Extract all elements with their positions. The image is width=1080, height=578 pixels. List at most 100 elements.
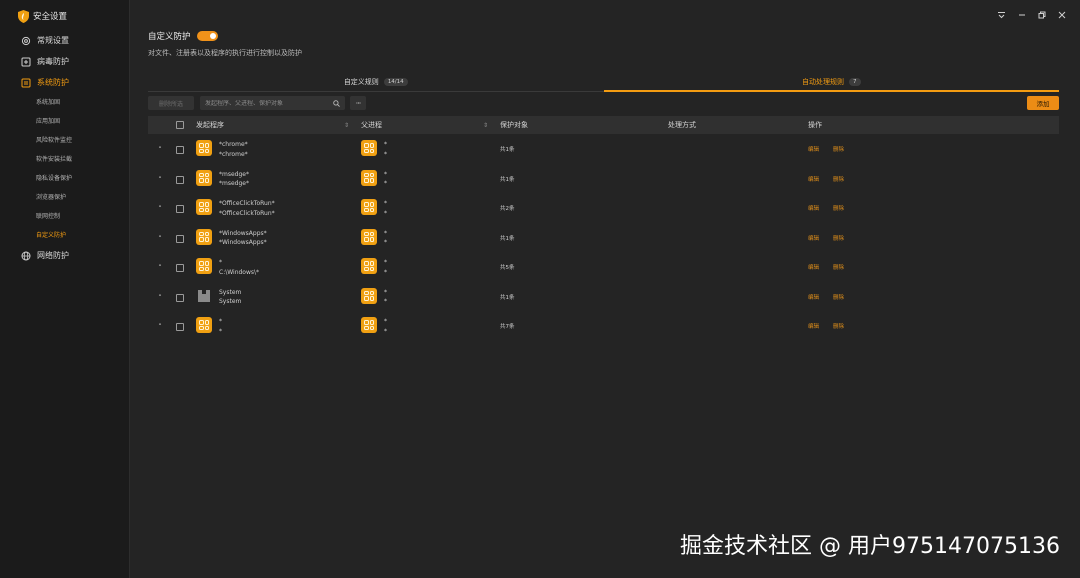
sidebar-item-virus[interactable]: 病毒防护: [0, 51, 129, 72]
delete-link[interactable]: 删除: [833, 293, 844, 301]
custom-protection-toggle[interactable]: [196, 31, 218, 41]
system-icon: [196, 288, 212, 304]
table-row: ˄ *OfficeClickToRun* *OfficeClickToRun* *…: [148, 193, 1059, 223]
app-grid-icon: [361, 317, 377, 333]
sidebar-item-network[interactable]: 网络防护: [0, 245, 129, 266]
collapse-chevron-icon[interactable]: ˄: [156, 176, 164, 184]
delete-selected-button[interactable]: 删除所选: [148, 96, 194, 110]
menu-down-icon[interactable]: [997, 10, 1006, 20]
page-header: 自定义防护 对文件、注册表以及程序的执行进行控制以及防护: [148, 30, 302, 58]
column-header-handling: 处理方式: [668, 121, 696, 129]
row-checkbox[interactable]: [176, 264, 184, 272]
table-row: ˄ *msedge* *msedge* * * 共1条 编辑 删除: [148, 164, 1059, 194]
process-name: *msedge*: [219, 170, 249, 178]
sidebar-subitem-install-block[interactable]: 软件安装拦截: [0, 150, 129, 169]
edit-link[interactable]: 编辑: [808, 263, 819, 271]
delete-link[interactable]: 删除: [833, 175, 844, 183]
toolbar: 删除所选 ··· 添加: [148, 96, 1059, 111]
collapse-chevron-icon[interactable]: ˄: [156, 264, 164, 272]
sidebar-subitem-privacy-device[interactable]: 隐私设备保护: [0, 169, 129, 188]
collapse-chevron-icon[interactable]: ˄: [156, 205, 164, 213]
collapse-chevron-icon[interactable]: ˄: [156, 294, 164, 302]
edit-link[interactable]: 编辑: [808, 322, 819, 330]
tab-count-badge: 7: [849, 77, 861, 86]
process-path: *chrome*: [219, 150, 248, 158]
edit-link[interactable]: 编辑: [808, 234, 819, 242]
select-all-checkbox[interactable]: [176, 121, 184, 129]
add-button[interactable]: 添加: [1027, 96, 1059, 110]
delete-link[interactable]: 删除: [833, 322, 844, 330]
app-grid-icon: [361, 169, 377, 186]
row-checkbox[interactable]: [176, 234, 184, 243]
delete-link[interactable]: 删除: [833, 234, 844, 242]
app-grid-icon: [196, 199, 212, 215]
process-path: *msedge*: [219, 180, 249, 187]
table-row: ˄ * * * * 共7条 编辑 删除: [148, 311, 1059, 341]
app-window: 安全设置 常规设置 病毒防护 系统防护 系统加固 应用加固 风险软件监控 软件安…: [0, 0, 1080, 578]
tab-custom-rules[interactable]: 自定义规则 14/14: [148, 72, 604, 91]
tab-count-badge: 14/14: [383, 77, 408, 86]
sidebar-subitem-app-hardening[interactable]: 应用加固: [0, 112, 129, 131]
column-header-parent[interactable]: 父进程: [361, 120, 382, 130]
sidebar-subitem-system-hardening[interactable]: 系统加固: [0, 93, 129, 112]
main-panel: 自定义防护 对文件、注册表以及程序的执行进行控制以及防护 自定义规则 14/14…: [130, 0, 1080, 578]
parent-path: *: [384, 150, 387, 158]
sort-icon[interactable]: ⇕: [483, 122, 488, 129]
process-name: *WindowsApps*: [219, 229, 267, 237]
row-checkbox[interactable]: [176, 205, 184, 213]
edit-link[interactable]: 编辑: [808, 293, 819, 301]
collapse-chevron-icon[interactable]: ˄: [156, 146, 164, 154]
restore-icon[interactable]: [1037, 10, 1046, 20]
parent-name: *: [384, 318, 387, 325]
close-icon[interactable]: [1057, 10, 1066, 20]
page-description: 对文件、注册表以及程序的执行进行控制以及防护: [148, 49, 302, 57]
parent-name: *: [384, 141, 387, 148]
app-grid-icon: [361, 228, 377, 245]
sidebar-subitem-browser-protection[interactable]: 浏览器保护: [0, 188, 129, 207]
collapse-chevron-icon[interactable]: ˄: [156, 323, 164, 331]
parent-path: *: [384, 180, 387, 187]
row-checkbox[interactable]: [176, 175, 184, 184]
sidebar: 安全设置 常规设置 病毒防护 系统防护 系统加固 应用加固 风险软件监控 软件安…: [0, 0, 130, 578]
sort-icon[interactable]: ⇕: [344, 122, 349, 129]
delete-link[interactable]: 删除: [833, 204, 844, 212]
edit-link[interactable]: 编辑: [808, 145, 819, 153]
minimize-icon[interactable]: [1017, 10, 1026, 20]
parent-path: *: [384, 209, 387, 217]
delete-link[interactable]: 删除: [833, 263, 844, 271]
more-options-button[interactable]: ···: [350, 96, 366, 110]
delete-link[interactable]: 删除: [833, 145, 844, 153]
tab-auto-rules[interactable]: 自动处理规则 7: [603, 72, 1060, 92]
app-grid-icon: [361, 140, 377, 156]
target-count: 共2条: [500, 206, 515, 212]
sidebar-subitem-network-control[interactable]: 联网控制: [0, 207, 129, 226]
column-header-process[interactable]: 发起程序: [196, 120, 224, 130]
row-checkbox[interactable]: [176, 323, 184, 331]
collapse-chevron-icon[interactable]: ˄: [156, 235, 164, 243]
table-row: ˄ *WindowsApps* *WindowsApps* * * 共1条 编辑 删…: [148, 223, 1059, 253]
target-count: 共1条: [500, 147, 515, 153]
sidebar-item-general[interactable]: 常规设置: [0, 30, 129, 51]
row-checkbox[interactable]: [176, 293, 184, 302]
parent-path: *: [384, 298, 387, 305]
app-grid-icon: [196, 258, 212, 274]
sidebar-subitem-custom-protection[interactable]: 自定义防护: [0, 226, 129, 245]
search-input[interactable]: [205, 99, 333, 107]
search-icon[interactable]: [333, 99, 340, 107]
edit-link[interactable]: 编辑: [808, 175, 819, 183]
row-checkbox[interactable]: [176, 146, 184, 154]
process-path: *WindowsApps*: [219, 239, 267, 246]
table-row: ˄ * C:\Windows\* * * 共5条 编辑 删除: [148, 252, 1059, 282]
shield-box-icon: [21, 78, 31, 88]
edit-link[interactable]: 编辑: [808, 204, 819, 212]
parent-path: *: [384, 327, 387, 335]
process-name: *chrome*: [219, 141, 248, 148]
process-name: *OfficeClickToRun*: [219, 200, 275, 207]
tab-label: 自定义规则: [343, 77, 379, 86]
sidebar-item-system[interactable]: 系统防护: [0, 72, 129, 93]
parent-name: *: [384, 229, 387, 237]
sidebar-subitem-risk-software[interactable]: 风险软件监控: [0, 131, 129, 150]
sidebar-item-label: 病毒防护: [37, 57, 69, 66]
sidebar-item-label: 网络防护: [37, 251, 69, 260]
app-title-bar: 安全设置: [0, 4, 129, 28]
